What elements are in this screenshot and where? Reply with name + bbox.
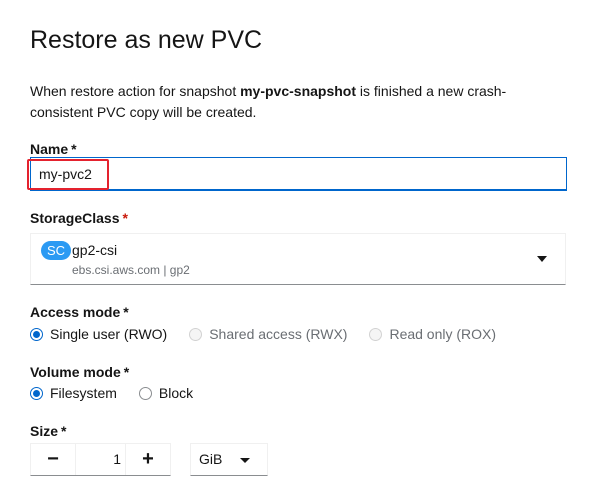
size-unit-select[interactable]: GiB [190,443,268,476]
access-mode-label: Access mode * [30,304,129,320]
description-prefix: When restore action for snapshot [30,83,241,99]
radio-filesystem[interactable]: Filesystem [30,385,117,401]
size-unit-value: GiB [199,451,223,467]
storageclass-dropdown[interactable]: SC gp2-csi ebs.csi.aws.com | gp2 [30,233,566,285]
radio-checked-icon [30,386,43,400]
radio-rox: Read only (ROX) [369,326,496,342]
description: When restore action for snapshot my-pvc-… [30,81,560,123]
radio-checked-icon [30,327,43,341]
size-input[interactable]: 1 [75,444,126,475]
volume-mode-label-text: Volume mode [30,364,121,380]
caret-down-icon [537,256,547,262]
radio-empty-icon [189,327,203,341]
radio-filesystem-label: Filesystem [50,385,117,401]
access-mode-group: Single user (RWO) Shared access (RWX) Re… [30,326,518,342]
page-title: Restore as new PVC [30,26,263,54]
volume-mode-group: Filesystem Block [30,385,215,401]
highlight-box [27,159,109,190]
caret-down-icon [240,458,250,463]
radio-empty-icon [369,327,383,341]
storageclass-badge: SC [41,241,72,260]
radio-empty-icon [138,386,152,400]
volume-mode-label: Volume mode * [30,364,129,380]
name-label-text: Name [30,141,69,157]
required-marker: * [122,210,128,226]
size-label-text: Size [30,423,59,439]
access-mode-label-text: Access mode [30,304,121,320]
radio-rwo[interactable]: Single user (RWO) [30,326,167,342]
storageclass-label: StorageClass * [30,210,128,226]
radio-rox-label: Read only (ROX) [389,326,497,342]
required-marker: * [123,364,130,380]
snapshot-name: my-pvc-snapshot [240,83,357,99]
name-label: Name * [30,141,77,157]
required-marker: * [71,141,77,157]
required-marker: * [123,304,129,320]
storageclass-name: gp2-csi [72,242,118,258]
radio-rwx-label: Shared access (RWX) [209,326,348,342]
increment-button[interactable]: + [126,444,170,475]
required-marker: * [61,423,67,439]
radio-rwx: Shared access (RWX) [189,326,347,342]
storageclass-label-text: StorageClass [30,210,120,226]
radio-rwo-label: Single user (RWO) [50,326,168,342]
size-label: Size * [30,423,66,439]
name-input[interactable]: my-pvc2 [30,157,567,191]
radio-block[interactable]: Block [138,385,194,401]
decrement-button[interactable]: − [31,444,75,475]
radio-block-label: Block [158,385,194,401]
storageclass-provisioner: ebs.csi.aws.com | gp2 [72,263,190,277]
size-stepper: − 1 + [30,443,171,476]
